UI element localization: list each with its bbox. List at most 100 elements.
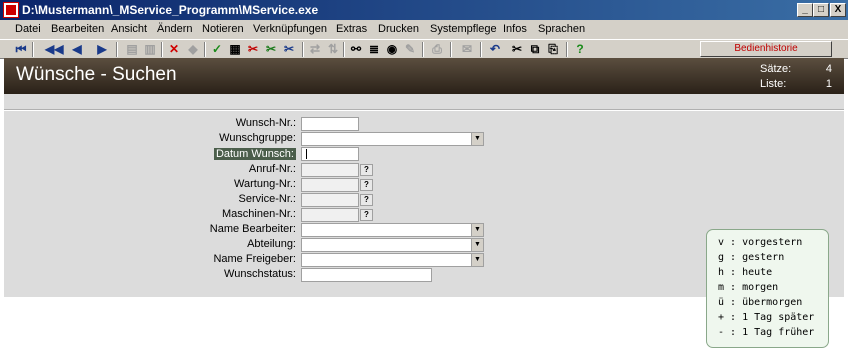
toolbar-separator: [204, 42, 206, 57]
service-nr-field[interactable]: [301, 193, 359, 207]
list-value: 1: [825, 78, 832, 90]
maschinen-nr-lookup-button[interactable]: ?: [360, 209, 373, 221]
toolbar-separator: [343, 42, 345, 57]
hint-line: h : heute: [718, 267, 773, 278]
abteilung-select[interactable]: ▼: [301, 238, 484, 252]
toolbar-separator: [161, 42, 163, 57]
print-icon[interactable]: ⎙: [430, 42, 444, 56]
page-title: Wünsche - Suchen: [16, 64, 177, 85]
toolbar-separator: [422, 42, 424, 57]
wartung-nr-field[interactable]: [301, 178, 359, 192]
hint-line: g : gestern: [718, 252, 785, 263]
menu-ansicht[interactable]: Ansicht: [111, 23, 147, 35]
header-spacer: [4, 94, 844, 110]
datum-wunsch-field[interactable]: [301, 147, 359, 161]
import-icon[interactable]: ▥: [143, 42, 157, 56]
records-value: 4: [825, 63, 832, 75]
service-nr-label: Service-Nr.:: [238, 193, 296, 205]
toolbar-separator: [302, 42, 304, 57]
toolbar: ⏮ ◀◀ ◀ ▶ ▤ ▥ ✕ ◆ ✓ ▦ ✂ ✂ ✂ ⇄ ⇅ ⚯ ≣ ◉ ✎ ⎙…: [0, 39, 848, 59]
wunschgruppe-label: Wunschgruppe:: [219, 132, 296, 144]
menu-infos[interactable]: Infos: [503, 23, 527, 35]
menu-bearbeiten[interactable]: Bearbeiten: [51, 23, 104, 35]
menu-sprachen[interactable]: Sprachen: [538, 23, 585, 35]
cut-icon[interactable]: ✂: [510, 42, 524, 56]
hint-line: v : vorgestern: [718, 237, 803, 248]
next-icon[interactable]: ▶: [95, 42, 109, 56]
toolbar-separator: [116, 42, 118, 57]
calculator-icon[interactable]: ▦: [228, 42, 242, 56]
clear-icon[interactable]: ◆: [186, 42, 200, 56]
link-icon[interactable]: ⇄: [308, 42, 322, 56]
copy-icon[interactable]: ⧉: [528, 42, 542, 56]
tool-red-icon[interactable]: ✂: [246, 42, 260, 56]
abteilung-label: Abteilung:: [247, 238, 296, 250]
maschinen-nr-label: Maschinen-Nr.:: [222, 208, 296, 220]
maximize-button[interactable]: □: [813, 3, 829, 17]
maschinen-nr-field[interactable]: [301, 208, 359, 222]
menu-extras[interactable]: Extras: [336, 23, 367, 35]
anruf-nr-lookup-button[interactable]: ?: [360, 164, 373, 176]
minimize-button[interactable]: _: [797, 3, 813, 17]
chevron-down-icon[interactable]: ▼: [471, 224, 483, 236]
toolbar-separator: [450, 42, 452, 57]
menu-systempflege[interactable]: Systempflege: [430, 23, 497, 35]
delete-icon[interactable]: ✕: [167, 42, 181, 56]
toolbar-separator: [32, 42, 34, 57]
name-freigeber-select[interactable]: ▼: [301, 253, 484, 267]
hint-line: m : morgen: [718, 282, 779, 293]
confirm-icon[interactable]: ✓: [210, 42, 224, 56]
close-button[interactable]: X: [830, 3, 846, 17]
first-record-icon[interactable]: ⏮: [14, 42, 28, 56]
menu-verknuepfungen[interactable]: Verknüpfungen: [253, 23, 327, 35]
menu-notieren[interactable]: Notieren: [202, 23, 244, 35]
window-titlebar: D:\Mustermann\_MService_Programm\MServic…: [0, 0, 848, 20]
list-icon[interactable]: ≣: [367, 42, 381, 56]
chevron-down-icon[interactable]: ▼: [471, 254, 483, 266]
app-icon[interactable]: [3, 2, 19, 18]
service-nr-lookup-button[interactable]: ?: [360, 194, 373, 206]
export-icon[interactable]: ▤: [125, 42, 139, 56]
anruf-nr-field[interactable]: [301, 163, 359, 177]
wunsch-nr-field[interactable]: [301, 117, 359, 131]
wunschgruppe-select[interactable]: ▼: [301, 132, 484, 146]
text-cursor: [306, 149, 307, 159]
hint-line: - : 1 Tag früher: [718, 327, 815, 338]
history-button[interactable]: Bedienhistorie: [700, 41, 832, 57]
help-icon[interactable]: ?: [573, 42, 587, 56]
name-bearbeiter-label: Name Bearbeiter:: [209, 223, 296, 235]
menu-drucken[interactable]: Drucken: [378, 23, 419, 35]
window-title: D:\Mustermann\_MService_Programm\MServic…: [22, 3, 319, 17]
previous-page-icon[interactable]: ◀◀: [45, 42, 63, 56]
chevron-down-icon[interactable]: ▼: [471, 239, 483, 251]
name-bearbeiter-select[interactable]: ▼: [301, 223, 484, 237]
wunschstatus-field[interactable]: [301, 268, 432, 282]
hint-line: ü : übermorgen: [718, 297, 803, 308]
menu-bar: Datei Bearbeiten Ansicht Ändern Notieren…: [0, 20, 848, 39]
binoculars-icon[interactable]: ⚯: [349, 42, 363, 56]
notes-icon[interactable]: ✎: [403, 42, 417, 56]
tool-green-icon[interactable]: ✂: [264, 42, 278, 56]
undo-icon[interactable]: ↶: [488, 42, 502, 56]
anruf-nr-label: Anruf-Nr.:: [248, 163, 296, 175]
wunsch-nr-label: Wunsch-Nr.:: [235, 117, 296, 129]
datum-wunsch-label: Datum Wunsch:: [213, 148, 296, 160]
mail-icon[interactable]: ✉: [460, 42, 474, 56]
view-icon[interactable]: ◉: [385, 42, 399, 56]
tool-blue-icon[interactable]: ✂: [282, 42, 296, 56]
menu-aendern[interactable]: Ändern: [157, 23, 192, 35]
toolbar-separator: [566, 42, 568, 57]
toolbar-separator: [480, 42, 482, 57]
name-freigeber-label: Name Freigeber:: [213, 253, 296, 265]
hint-line: + : 1 Tag später: [718, 312, 815, 323]
previous-icon[interactable]: ◀: [70, 42, 84, 56]
wartung-nr-label: Wartung-Nr.:: [234, 178, 296, 190]
menu-datei[interactable]: Datei: [15, 23, 41, 35]
paste-icon[interactable]: ⎘: [546, 42, 560, 56]
chevron-down-icon[interactable]: ▼: [471, 133, 483, 145]
page-header: Wünsche - Suchen Sätze: 4 Liste: 1: [4, 58, 844, 94]
wartung-nr-lookup-button[interactable]: ?: [360, 179, 373, 191]
sort-icon[interactable]: ⇅: [326, 42, 340, 56]
wunschstatus-label: Wunschstatus:: [224, 268, 296, 280]
date-shortcut-hints: v : vorgestern g : gestern h : heute m :…: [706, 229, 829, 348]
